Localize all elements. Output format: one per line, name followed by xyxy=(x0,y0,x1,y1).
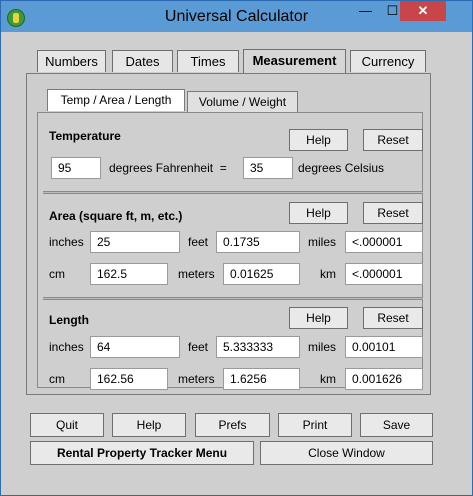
area-inches-label: inches xyxy=(49,235,84,249)
temperature-help-button[interactable]: Help xyxy=(289,129,348,151)
tab-times[interactable]: Times xyxy=(177,50,239,72)
area-km-label: km xyxy=(320,267,336,281)
length-feet-label: feet xyxy=(188,340,209,354)
length-km-input[interactable]: 0.001626 xyxy=(345,368,423,390)
area-miles-input[interactable]: <.000001 xyxy=(345,231,423,253)
app-window: Universal Calculator — ☐ ✕ Numbers Dates… xyxy=(0,0,473,496)
save-button[interactable]: Save xyxy=(360,413,433,437)
length-meters-label: meters xyxy=(178,372,215,386)
area-feet-input[interactable]: 0.1735 xyxy=(216,231,300,253)
length-cm-label: cm xyxy=(49,372,65,386)
area-help-button[interactable]: Help xyxy=(289,202,348,224)
length-reset-button[interactable]: Reset xyxy=(363,307,423,329)
length-miles-input[interactable]: 0.00101 xyxy=(345,336,423,358)
length-cm-input[interactable]: 162.56 xyxy=(90,368,168,390)
help-button[interactable]: Help xyxy=(112,413,186,437)
print-button[interactable]: Print xyxy=(278,413,352,437)
length-meters-input[interactable]: 1.6256 xyxy=(223,368,300,390)
length-km-label: km xyxy=(320,372,336,386)
area-meters-input[interactable]: 0.01625 xyxy=(223,263,300,285)
area-cm-label: cm xyxy=(49,267,65,281)
area-km-input[interactable]: <.000001 xyxy=(345,263,423,285)
area-miles-label: miles xyxy=(308,235,337,249)
area-reset-button[interactable]: Reset xyxy=(363,202,423,224)
length-inches-input[interactable]: 64 xyxy=(90,336,180,358)
rental-property-menu-button[interactable]: Rental Property Tracker Menu xyxy=(30,441,254,465)
area-feet-label: feet xyxy=(188,235,209,249)
area-title: Area (square ft, m, etc.) xyxy=(49,209,183,223)
separator xyxy=(43,297,423,300)
length-help-button[interactable]: Help xyxy=(289,307,348,329)
celsius-input[interactable]: 35 xyxy=(243,157,293,179)
close-icon[interactable]: ✕ xyxy=(400,1,446,21)
prefs-button[interactable]: Prefs xyxy=(195,413,270,437)
area-cm-input[interactable]: 162.5 xyxy=(90,263,168,285)
close-window-button[interactable]: Close Window xyxy=(260,441,433,465)
subtab-temp-area-length[interactable]: Temp / Area / Length xyxy=(47,89,185,111)
title-bar[interactable]: Universal Calculator — ☐ ✕ xyxy=(1,1,472,32)
length-inches-label: inches xyxy=(49,340,84,354)
area-inches-input[interactable]: 25 xyxy=(90,231,180,253)
subtab-volume-weight[interactable]: Volume / Weight xyxy=(187,91,298,113)
length-feet-input[interactable]: 5.333333 xyxy=(216,336,300,358)
separator xyxy=(43,191,423,194)
minimize-icon[interactable]: — xyxy=(352,1,379,21)
celsius-label: degrees Celsius xyxy=(298,161,385,175)
fahrenheit-label: degrees Fahrenheit = xyxy=(109,161,227,175)
length-title: Length xyxy=(49,313,89,327)
length-miles-label: miles xyxy=(308,340,337,354)
quit-button[interactable]: Quit xyxy=(30,413,104,437)
tab-dates[interactable]: Dates xyxy=(112,50,173,72)
tab-currency[interactable]: Currency xyxy=(350,50,426,72)
fahrenheit-input[interactable]: 95 xyxy=(51,157,101,179)
tab-numbers[interactable]: Numbers xyxy=(37,50,106,72)
temperature-reset-button[interactable]: Reset xyxy=(363,129,423,151)
area-meters-label: meters xyxy=(178,267,215,281)
temperature-title: Temperature xyxy=(49,129,121,143)
tab-measurement[interactable]: Measurement xyxy=(243,49,346,73)
